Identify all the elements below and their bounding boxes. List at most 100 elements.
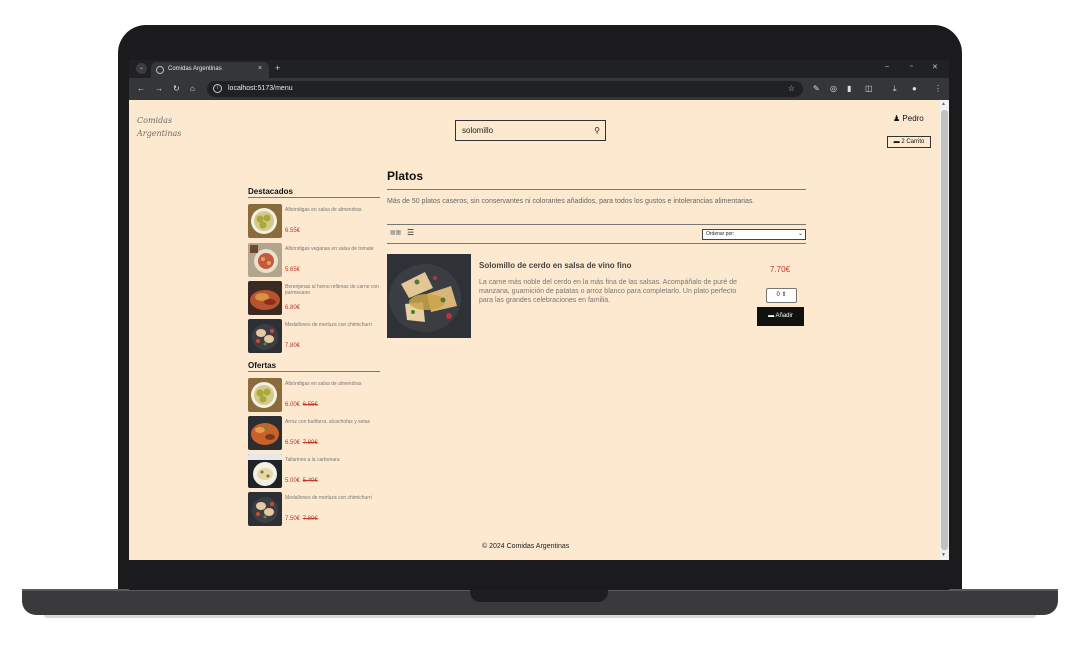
- site-info-icon[interactable]: i: [213, 84, 222, 93]
- offer-old-price: 5.40€: [302, 478, 318, 484]
- featured-item[interactable]: Medallones de merluza con chimichurri 7.…: [248, 319, 384, 355]
- address-bar[interactable]: i localhost:5173/menu ☆: [207, 81, 803, 97]
- list-view-icon[interactable]: ☰: [407, 228, 414, 237]
- close-tab-icon[interactable]: ×: [258, 65, 262, 72]
- restore-icon[interactable]: ▫: [910, 63, 912, 70]
- offer-price: 6.00€: [285, 402, 301, 408]
- sort-select[interactable]: Ordenar por: ⌄: [702, 229, 806, 240]
- user-name: Pedro: [902, 114, 924, 123]
- offer-item-price: 7.50€ 7.80€: [285, 516, 318, 522]
- dish-thumbnail: [248, 378, 282, 412]
- featured-item-price: 5.65€: [285, 267, 301, 273]
- offer-price: 5.00€: [285, 478, 301, 484]
- product-image[interactable]: [387, 254, 471, 338]
- search-input[interactable]: solomillo ⚲: [455, 120, 606, 141]
- laptop-shadow: [44, 615, 1036, 618]
- cart-button[interactable]: ▬ 2 Carrito: [887, 136, 931, 148]
- featured-item-name: Berenjenas al horno rellenas de carne co…: [285, 284, 379, 296]
- toolbar-divider-top: [387, 224, 806, 225]
- browser-tab-bar: ⌄ Comidas Argentinas × + – ▫ ✕: [129, 60, 949, 78]
- extension-compass-icon[interactable]: ◎: [830, 84, 837, 93]
- laptop-notch: [470, 589, 608, 602]
- profile-avatar-icon[interactable]: ●: [912, 84, 917, 93]
- featured-item-name: Medallones de merluza con chimichurri: [285, 322, 372, 328]
- menu-description: Más de 50 platos caseros, sin conservant…: [387, 198, 755, 205]
- scroll-thumb[interactable]: [941, 110, 948, 550]
- tab-title: Comidas Argentinas: [168, 66, 222, 72]
- browser-tab[interactable]: Comidas Argentinas ×: [151, 62, 269, 78]
- screen-bezel-bottom: [129, 560, 949, 590]
- offers-divider: [248, 371, 380, 372]
- search-value: solomillo: [462, 126, 494, 135]
- globe-icon: [156, 66, 164, 74]
- product-price: 7.70€: [770, 265, 791, 274]
- stepper-arrows-icon[interactable]: ⇕: [781, 292, 786, 298]
- more-menu-icon[interactable]: ⋮: [934, 84, 942, 93]
- offer-price: 6.50€: [285, 440, 301, 446]
- footer-text: © 2024 Comidas Argentinas: [482, 543, 570, 550]
- featured-item-price: 6.55€: [285, 228, 301, 234]
- featured-item-name: Albóndigas en salsa de almendras: [285, 207, 362, 213]
- reload-icon[interactable]: ↻: [173, 84, 180, 93]
- featured-item-price: 6.80€: [285, 305, 301, 311]
- sort-label: Ordenar por:: [706, 231, 735, 237]
- extensions-puzzle-icon[interactable]: ◫: [865, 84, 873, 93]
- offer-item[interactable]: Tallarines a la carbonara 5.00€ 5.40€: [248, 454, 384, 490]
- minimize-icon[interactable]: –: [885, 63, 889, 70]
- scroll-up-icon[interactable]: ▲: [941, 101, 946, 107]
- page-viewport: Comidas Argentinas solomillo ⚲ ♟ Pedro ▬…: [129, 100, 949, 560]
- bookmark-star-icon[interactable]: ☆: [788, 84, 795, 93]
- featured-item-name: Albóndigas veganas en salsa de tomate: [285, 246, 374, 252]
- offer-item-price: 6.50€ 7.80€: [285, 440, 318, 446]
- offer-item-name: Arroz con butifarra, alcachofas y setas: [285, 419, 371, 425]
- dish-thumbnail: [248, 492, 282, 526]
- product-name[interactable]: Solomillo de cerdo en salsa de vino fino: [479, 261, 631, 270]
- search-icon[interactable]: ⚲: [594, 126, 600, 135]
- quantity-value: 0: [776, 292, 780, 298]
- page-scrollbar[interactable]: ▲ ▼: [940, 100, 949, 560]
- dish-thumbnail: [248, 243, 282, 277]
- offer-item-name: Tallarines a la carbonara: [285, 457, 340, 463]
- offer-old-price: 6.55€: [302, 402, 318, 408]
- featured-title: Destacados: [248, 187, 293, 196]
- offer-item[interactable]: Arroz con butifarra, alcachofas y setas …: [248, 416, 384, 452]
- featured-item[interactable]: Berenjenas al horno rellenas de carne co…: [248, 281, 384, 317]
- add-to-cart-button[interactable]: ▬ Añadir: [757, 307, 804, 326]
- home-icon[interactable]: ⌂: [190, 84, 195, 93]
- featured-item[interactable]: Albóndigas en salsa de almendras 6.55€: [248, 204, 384, 240]
- dish-thumbnail: [248, 416, 282, 450]
- tab-search-icon[interactable]: ⌄: [136, 63, 147, 74]
- user-menu[interactable]: ♟ Pedro: [893, 114, 924, 123]
- featured-item[interactable]: Albóndigas veganas en salsa de tomate 5.…: [248, 243, 384, 279]
- offer-price: 7.50€: [285, 516, 301, 522]
- dish-thumbnail: [248, 204, 282, 238]
- offer-item-name: Medallones de merluza con chimichurri: [285, 495, 372, 501]
- dish-thumbnail: [248, 454, 282, 488]
- offer-item-price: 5.00€ 5.40€: [285, 478, 318, 484]
- page-title: Platos: [387, 169, 424, 183]
- featured-divider: [248, 197, 380, 198]
- user-icon: ♟: [893, 114, 901, 123]
- extension-doc-icon[interactable]: ▮: [847, 84, 851, 93]
- close-window-icon[interactable]: ✕: [932, 63, 938, 71]
- offer-item-price: 6.00€ 6.55€: [285, 402, 318, 408]
- dish-thumbnail: [248, 319, 282, 353]
- offer-item[interactable]: Medallones de merluza con chimichurri 7.…: [248, 492, 384, 528]
- offers-title: Ofertas: [248, 361, 277, 370]
- scroll-down-icon[interactable]: ▼: [941, 552, 946, 558]
- offer-item[interactable]: Albóndigas en salsa de almendras 6.00€ 6…: [248, 378, 384, 414]
- download-icon[interactable]: ⤓: [893, 84, 897, 93]
- forward-icon[interactable]: →: [155, 84, 163, 93]
- back-icon[interactable]: ←: [137, 84, 145, 93]
- site-logo[interactable]: Comidas Argentinas: [137, 114, 181, 140]
- new-tab-button[interactable]: +: [275, 63, 280, 73]
- offer-old-price: 7.80€: [302, 516, 318, 522]
- quantity-stepper[interactable]: 0 ⇕: [766, 288, 797, 303]
- logo-line-1: Comidas: [137, 116, 173, 125]
- grid-view-icon[interactable]: ▦▦: [390, 229, 401, 236]
- url-text: localhost:5173/menu: [228, 85, 293, 92]
- cart-icon: ▬: [893, 139, 900, 145]
- logo-line-2: Argentinas: [137, 129, 182, 138]
- toolbar-divider-bottom: [387, 243, 806, 244]
- extension-pen-icon[interactable]: ✎: [813, 84, 820, 93]
